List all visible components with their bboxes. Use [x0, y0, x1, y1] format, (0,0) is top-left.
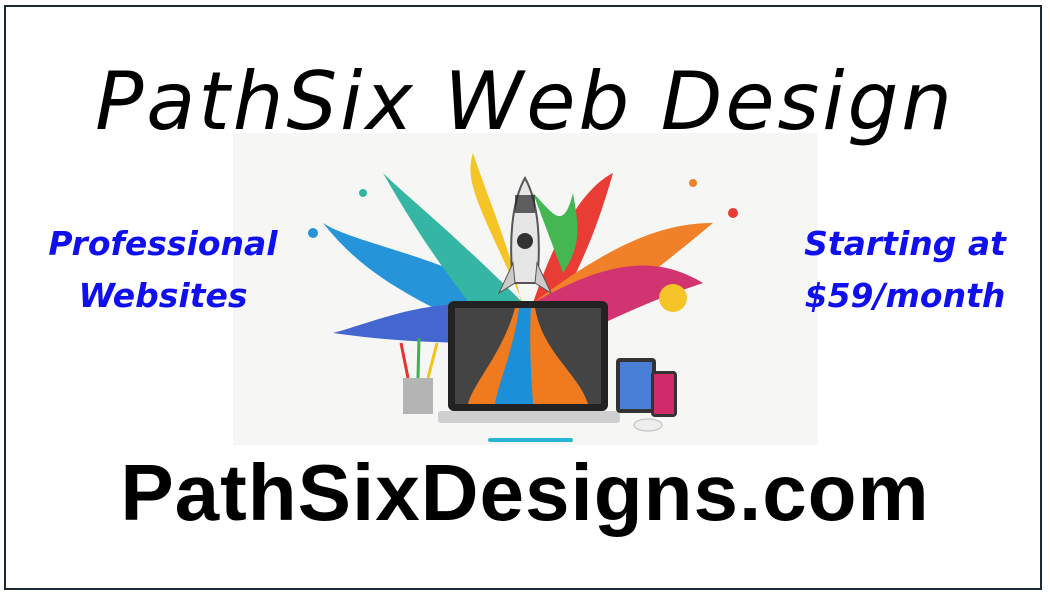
tagline-left: Professional Websites [28, 218, 298, 322]
tagline-right: Starting at $59/month [770, 218, 1040, 322]
tagline-left-line2: Websites [78, 276, 248, 315]
laptop-icon [438, 301, 620, 423]
tagline-left-line1: Professional [48, 224, 278, 263]
website-url: PathSixDesigns.com [120, 448, 930, 537]
pen-icon [488, 438, 573, 442]
price-text: $59/month [804, 276, 1006, 315]
rocket-laptop-illustration [233, 133, 818, 445]
tagline-right-line1: Starting at [804, 224, 1006, 263]
